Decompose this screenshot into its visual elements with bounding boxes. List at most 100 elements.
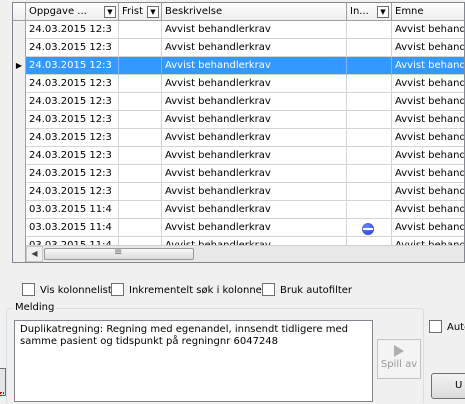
chevron-down-icon[interactable]: ▼ [104, 6, 116, 18]
cell-beskrivelse: Avvist behandlerkrav [162, 21, 347, 39]
col-emne[interactable]: Emne [392, 3, 464, 21]
table-row[interactable]: 24.03.2015 12:3 Avvist behandlerkrav Avvis… [13, 165, 464, 183]
cell-in [347, 93, 392, 111]
row-indicator[interactable] [13, 219, 26, 237]
chevron-down-icon[interactable]: ▼ [377, 6, 389, 18]
inkrementelt-checkbox[interactable]: Inkrementelt søk i kolonner [111, 283, 266, 298]
col-beskrivelse[interactable]: Beskrivelse [162, 3, 347, 21]
spill-av-label: Spill av [380, 359, 418, 370]
row-indicator[interactable] [13, 39, 26, 57]
table-row[interactable]: 24.03.2015 12:3 Avvist behandlerkrav Avvis… [13, 147, 464, 165]
cell-frist [119, 111, 162, 129]
melding-text[interactable]: Duplikatregning: Regning med egenandel, … [14, 320, 373, 402]
row-indicator[interactable] [13, 165, 26, 183]
checkbox-box[interactable] [111, 283, 124, 296]
scroll-thumb[interactable] [44, 247, 194, 260]
table-row[interactable]: 03.03.2015 11:4 Avvist behandlerkrav Avvis… [13, 219, 464, 237]
chevron-down-icon[interactable]: ▼ [147, 6, 159, 18]
cell-date: 24.03.2015 12:3 [26, 21, 119, 39]
cell-in [347, 75, 392, 93]
cell-beskrivelse: Avvist behandlerkrav [162, 93, 347, 111]
table-row[interactable]: 24.03.2015 12:3 Avvist behandlerkrav Avvis… [13, 111, 464, 129]
cell-frist [119, 57, 162, 75]
bruk-autofilter-checkbox[interactable]: Bruk autofilter [262, 283, 352, 298]
cell-date: 24.03.2015 12:3 [26, 183, 119, 201]
cell-emne: Avvist behandlerk [392, 129, 464, 147]
checkbox-box[interactable] [22, 283, 35, 296]
checkbox-box[interactable] [429, 320, 442, 333]
row-indicator[interactable] [13, 129, 26, 147]
row-indicator[interactable] [13, 21, 26, 39]
cell-in [347, 129, 392, 147]
cell-frist [119, 21, 162, 39]
checkbox-box[interactable] [262, 283, 275, 296]
melding-group: Melding Duplikatregning: Regning med ege… [6, 302, 424, 404]
cell-in [347, 201, 392, 219]
cell-frist [119, 165, 162, 183]
table-row[interactable]: 24.03.2015 12:3 Avvist behandlerkrav Avvis… [13, 93, 464, 111]
cell-emne: Avvist behandlerk [392, 57, 464, 75]
cell-frist [119, 93, 162, 111]
table-row[interactable]: 24.03.2015 12:3 Avvist behandlerkrav Avvis… [13, 21, 464, 39]
cell-emne: Avvist behandlerk [392, 111, 464, 129]
horizontal-scrollbar[interactable]: ◀ [26, 245, 464, 262]
cell-frist [119, 129, 162, 147]
cell-frist [119, 219, 162, 237]
cell-emne: Avvist behandlerk [392, 21, 464, 39]
table-row[interactable]: ▶ 24.03.2015 12:3 Avvist behandlerkrav Avvi… [13, 57, 464, 75]
header-corner [13, 3, 26, 21]
spill-av-button[interactable]: Spill av [377, 339, 421, 379]
cell-emne: Avvist behandlerk [392, 201, 464, 219]
row-indicator[interactable] [13, 111, 26, 129]
cell-beskrivelse: Avvist behandlerkrav [162, 147, 347, 165]
cell-frist [119, 201, 162, 219]
play-icon [394, 345, 404, 357]
row-indicator[interactable] [13, 255, 26, 262]
cell-emne: Avvist behandlerk [392, 165, 464, 183]
col-oppgave-label: Oppgave ... [29, 6, 87, 17]
cell-beskrivelse: Avvist behandlerkrav [162, 129, 347, 147]
cell-in [347, 183, 392, 201]
vis-kolonneliste-label: Vis kolonneliste [40, 285, 118, 296]
row-indicator[interactable] [13, 147, 26, 165]
auto-label: Auto [447, 322, 465, 333]
vis-kolonneliste-checkbox[interactable]: Vis kolonneliste [22, 283, 118, 298]
cell-emne: Avvist behandlerk [392, 93, 464, 111]
col-oppgave[interactable]: Oppgave ... ▼ [26, 3, 119, 21]
melding-legend: Melding [13, 302, 57, 313]
col-frist[interactable]: Frist ▼ [119, 3, 162, 21]
cell-in [347, 57, 392, 75]
cell-in [347, 219, 392, 237]
u-button[interactable]: U [431, 373, 465, 399]
row-indicator[interactable]: ▶ [13, 57, 26, 75]
row-indicator[interactable] [13, 201, 26, 219]
status-ball-icon [362, 223, 374, 235]
scroll-left-icon[interactable]: ◀ [26, 246, 43, 262]
row-indicator[interactable] [13, 183, 26, 201]
row-indicator[interactable] [13, 93, 26, 111]
cell-frist [119, 183, 162, 201]
col-in[interactable]: In... ▼ [347, 3, 392, 21]
cell-date: 24.03.2015 12:3 [26, 129, 119, 147]
table-row[interactable]: 03.03.2015 11:4 Avvist behandlerkrav Avvis… [13, 201, 464, 219]
cell-emne: Avvist behandlerk [392, 75, 464, 93]
cell-in [347, 111, 392, 129]
col-emne-label: Emne [395, 6, 424, 17]
table-row[interactable]: 24.03.2015 12:3 Avvist behandlerkrav Avvis… [13, 183, 464, 201]
cell-date: 24.03.2015 12:3 [26, 165, 119, 183]
auto-checkbox[interactable]: Auto [429, 320, 465, 335]
cell-beskrivelse: Avvist behandlerkrav [162, 219, 347, 237]
row-indicator[interactable] [13, 237, 26, 255]
cell-frist [119, 147, 162, 165]
task-grid[interactable]: Oppgave ... ▼ Frist ▼ Beskrivelse In... … [12, 2, 465, 263]
cell-date: 24.03.2015 12:3 [26, 111, 119, 129]
table-row[interactable]: 24.03.2015 12:3 Avvist behandlerkrav Avvis… [13, 75, 464, 93]
table-row[interactable]: 24.03.2015 12:3 Avvist behandlerkrav Avvis… [13, 129, 464, 147]
cell-emne: Avvist behandlerk [392, 219, 464, 237]
cell-date: 24.03.2015 12:3 [26, 57, 119, 75]
col-beskrivelse-label: Beskrivelse [165, 6, 223, 17]
grid-header: Oppgave ... ▼ Frist ▼ Beskrivelse In... … [13, 3, 464, 21]
table-row[interactable]: 24.03.2015 12:3 Avvist behandlerkrav Avvis… [13, 39, 464, 57]
col-frist-label: Frist [122, 6, 144, 17]
row-indicator[interactable] [13, 75, 26, 93]
